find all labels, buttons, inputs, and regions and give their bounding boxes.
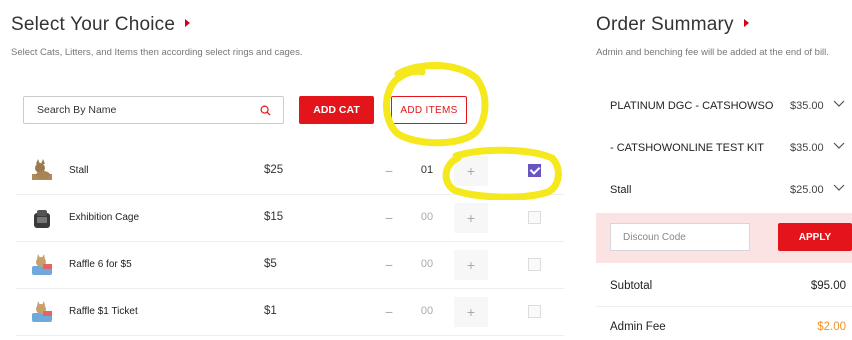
discount-section: Discoun Code APPLY xyxy=(596,213,852,263)
discount-code-input[interactable]: Discoun Code xyxy=(610,223,750,251)
add-cat-button[interactable]: ADD CAT xyxy=(299,96,374,124)
item-name: Raffle 6 for $5 xyxy=(69,259,132,270)
search-icon[interactable] xyxy=(260,105,271,116)
item-name: Raffle $1 Ticket xyxy=(69,306,138,317)
apply-button[interactable]: APPLY xyxy=(778,223,852,251)
divider xyxy=(596,306,852,307)
add-items-button[interactable]: ADD ITEMS xyxy=(391,96,467,124)
increment-button[interactable]: + xyxy=(454,250,488,280)
quantity-value: 01 xyxy=(420,164,434,176)
summary-line-label: - CATSHOWONLINE TEST KIT xyxy=(610,142,765,154)
page-subtitle: Select Cats, Litters, and Items then acc… xyxy=(11,47,303,58)
summary-line-amount: $35.00 xyxy=(790,142,824,154)
quantity-value: 00 xyxy=(420,258,434,270)
admin-fee-label: Admin Fee xyxy=(610,321,666,333)
summary-line-label: PLATINUM DGC - CATSHOWSO xyxy=(610,100,774,112)
decrement-button[interactable]: − xyxy=(372,156,406,186)
caret-right-icon xyxy=(185,18,191,27)
search-box[interactable] xyxy=(23,96,284,124)
caret-right-icon xyxy=(743,18,749,27)
items-list: Stall $25 − 01 + Exhibition Cage $15 − 0… xyxy=(16,148,564,336)
subtotal-label: Subtotal xyxy=(610,280,653,292)
item-price: $15 xyxy=(264,211,284,223)
item-checkbox[interactable] xyxy=(528,258,541,271)
item-name: Exhibition Cage xyxy=(69,212,140,223)
raffle-ticket-icon xyxy=(32,254,52,275)
select-choice-panel: Select Your Choice Select Cats, Litters,… xyxy=(0,0,580,340)
decrement-button[interactable]: − xyxy=(372,250,406,280)
chevron-down-icon[interactable] xyxy=(833,141,845,151)
increment-button[interactable]: + xyxy=(454,156,488,186)
list-item: Exhibition Cage $15 − 00 + xyxy=(16,195,564,242)
page-title: Select Your Choice xyxy=(11,14,191,36)
summary-line[interactable]: - CATSHOWONLINE TEST KIT $35.00 xyxy=(610,138,850,158)
list-item: Raffle 6 for $5 $5 − 00 + xyxy=(16,242,564,289)
quantity-value: 00 xyxy=(420,305,434,317)
subtotal-value: $95.00 xyxy=(810,280,846,292)
order-summary-title: Order Summary xyxy=(596,14,749,36)
order-summary-subtitle: Admin and benching fee will be added at … xyxy=(596,47,829,58)
chevron-down-icon[interactable] xyxy=(833,99,845,109)
list-item: Stall $25 − 01 + xyxy=(16,148,564,195)
summary-line-label: Stall xyxy=(610,184,632,196)
increment-button[interactable]: + xyxy=(454,203,488,233)
decrement-button[interactable]: − xyxy=(372,203,406,233)
item-name: Stall xyxy=(69,165,89,176)
list-item: Raffle $1 Ticket $1 − 00 + xyxy=(16,289,564,336)
chevron-down-icon[interactable] xyxy=(833,183,845,193)
increment-button[interactable]: + xyxy=(454,297,488,327)
item-checkbox[interactable] xyxy=(528,164,541,177)
order-summary-panel: Order Summary Admin and benching fee wil… xyxy=(596,0,852,340)
cat-stall-icon xyxy=(32,159,52,180)
summary-line-amount: $25.00 xyxy=(790,184,824,196)
summary-line-amount: $35.00 xyxy=(790,100,824,112)
admin-fee-value: $2.00 xyxy=(817,321,846,333)
item-price: $5 xyxy=(264,258,277,270)
raffle-ticket-icon xyxy=(32,301,52,322)
summary-line[interactable]: Stall $25.00 xyxy=(610,180,850,200)
item-price: $25 xyxy=(264,164,284,176)
item-checkbox[interactable] xyxy=(528,305,541,318)
item-price: $1 xyxy=(264,305,277,317)
search-input[interactable] xyxy=(24,104,244,116)
summary-line[interactable]: PLATINUM DGC - CATSHOWSO $35.00 xyxy=(610,96,850,116)
item-checkbox[interactable] xyxy=(528,211,541,224)
cage-icon xyxy=(34,210,50,228)
quantity-value: 00 xyxy=(420,211,434,223)
decrement-button[interactable]: − xyxy=(372,297,406,327)
